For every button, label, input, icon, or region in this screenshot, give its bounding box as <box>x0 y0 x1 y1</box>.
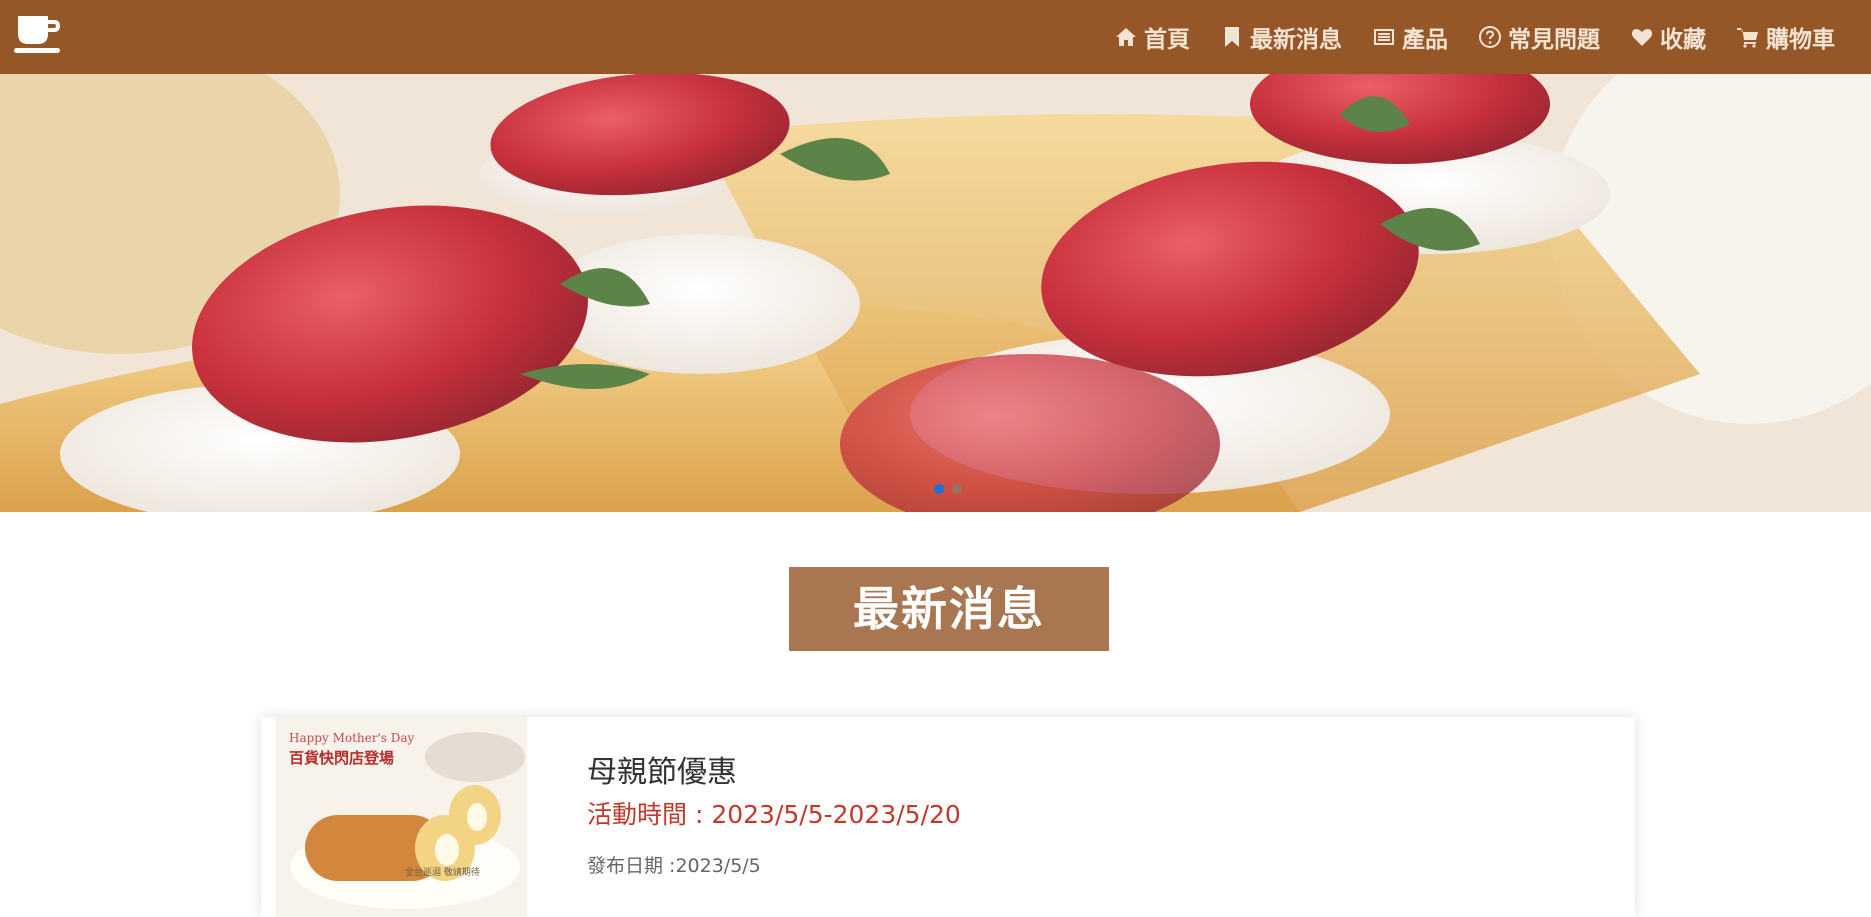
hero-carousel[interactable] <box>0 74 1871 512</box>
nav-item-favorites[interactable]: 收藏 <box>1630 20 1706 54</box>
carousel-dot-2[interactable] <box>952 484 962 494</box>
nav-item-cart[interactable]: 購物車 <box>1736 20 1835 54</box>
nav-item-label: 最新消息 <box>1250 27 1342 53</box>
nav-item-label: 首頁 <box>1144 27 1190 53</box>
news-published-date: 發布日期 :2023/5/5 <box>587 855 761 877</box>
main-nav: 首頁 最新消息 產品 常見問題 收藏 購物車 <box>1114 0 1865 74</box>
nav-item-news[interactable]: 最新消息 <box>1220 20 1342 54</box>
carousel-dot-1[interactable] <box>934 484 944 494</box>
list-icon <box>1374 29 1394 45</box>
news-period: 活動時間 : 2023/5/5-2023/5/20 <box>587 800 961 829</box>
home-icon <box>1116 28 1136 46</box>
bookmark-icon <box>1225 27 1239 47</box>
hero-cake-image <box>0 74 1871 512</box>
carousel-indicators <box>934 484 962 494</box>
cart-icon <box>1737 28 1758 48</box>
thumbnail-heading: 百貨快閃店登場 <box>289 749 395 767</box>
nav-item-label: 常見問題 <box>1508 27 1600 53</box>
nav-item-label: 收藏 <box>1660 27 1706 53</box>
nav-item-label: 產品 <box>1402 27 1448 53</box>
news-title[interactable]: 母親節優惠 <box>587 747 737 791</box>
news-card[interactable]: Happy Mother's Day 百貨快閃店登場 全台巡迴 敬請期待 母親節… <box>261 717 1635 917</box>
nav-item-home[interactable]: 首頁 <box>1114 20 1190 54</box>
nav-item-products[interactable]: 產品 <box>1372 20 1448 54</box>
section-title: 最新消息 <box>789 567 1109 651</box>
top-navbar: 首頁 最新消息 產品 常見問題 收藏 購物車 <box>0 0 1871 74</box>
nav-item-faq[interactable]: 常見問題 <box>1478 20 1600 54</box>
nav-item-label: 購物車 <box>1766 27 1835 53</box>
coffee-cup-icon[interactable] <box>12 12 66 56</box>
heart-icon <box>1631 29 1653 46</box>
news-thumbnail[interactable]: Happy Mother's Day 百貨快閃店登場 全台巡迴 敬請期待 <box>275 717 527 917</box>
question-circle-icon <box>1479 26 1501 48</box>
thumbnail-tagline: Happy Mother's Day <box>289 731 415 745</box>
